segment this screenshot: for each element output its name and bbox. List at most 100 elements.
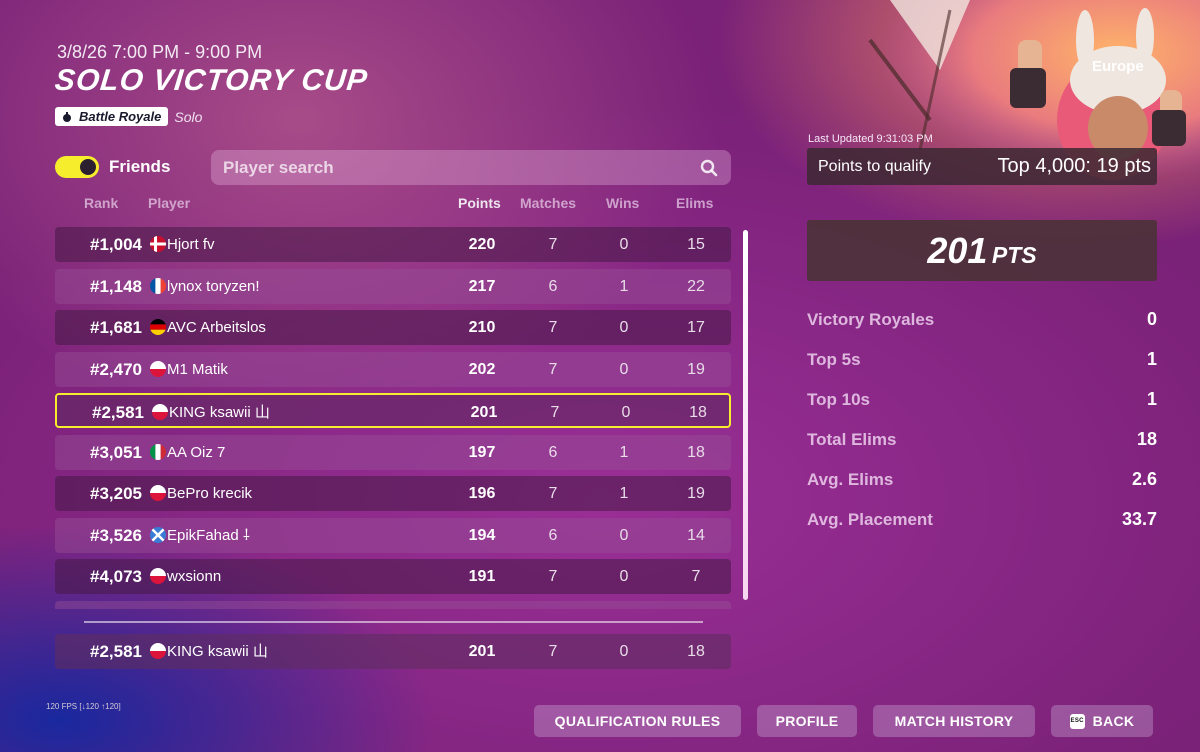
flag-denmark-icon bbox=[150, 236, 166, 252]
player-search-input[interactable] bbox=[223, 157, 699, 178]
rank-value: #3,526 bbox=[90, 525, 142, 545]
rank-value: #1,148 bbox=[90, 276, 142, 296]
elims-value: 18 bbox=[687, 443, 705, 461]
last-updated-text: Last Updated 9:31:03 PM bbox=[808, 133, 933, 145]
stat-value-total-elims: 18 bbox=[1136, 429, 1157, 449]
wins-value: 0 bbox=[619, 236, 629, 253]
wins-value: 0 bbox=[619, 360, 629, 378]
qualify-label: Points to qualify bbox=[818, 158, 931, 175]
tournament-title: SOLO VICTORY CUP bbox=[53, 64, 370, 97]
elims-value: 18 bbox=[689, 404, 707, 421]
elims-value: 19 bbox=[687, 485, 705, 502]
rank-value: #3,051 bbox=[90, 442, 142, 462]
search-icon[interactable] bbox=[699, 158, 719, 178]
table-row[interactable]: #3,205 BePro krecik 196 7 1 19 bbox=[55, 476, 731, 511]
matches-value: 7 bbox=[548, 643, 558, 660]
points-value: 220 bbox=[468, 236, 496, 253]
flag-italy-icon bbox=[150, 443, 166, 460]
flag-france-icon bbox=[150, 277, 166, 294]
player-name: Hjort fv bbox=[167, 236, 215, 253]
points-value: 197 bbox=[468, 443, 496, 461]
table-row-selected[interactable]: #2,581 KING ksawii 山 201 7 0 18 bbox=[55, 393, 731, 428]
flag-poland-icon bbox=[150, 360, 166, 377]
stat-label-avg-placement: Avg. Placement bbox=[807, 510, 933, 529]
column-header-matches: Matches bbox=[520, 195, 577, 211]
player-name: M1 Matik bbox=[167, 360, 228, 378]
qualification-rules-label: QUALIFICATION RULES bbox=[554, 713, 721, 729]
player-name: KING ksawii 山 bbox=[169, 404, 270, 421]
match-history-label: MATCH HISTORY bbox=[894, 713, 1014, 729]
player-name: AVC Arbeitslos bbox=[167, 319, 266, 336]
battle-royale-icon bbox=[63, 111, 71, 122]
match-history-button[interactable]: MATCH HISTORY bbox=[873, 705, 1035, 737]
elims-value: 14 bbox=[687, 526, 705, 544]
player-search-box[interactable] bbox=[211, 150, 731, 185]
elims-value: 15 bbox=[687, 236, 705, 253]
flag-poland-icon bbox=[150, 485, 166, 501]
column-header-rank: Rank bbox=[84, 195, 119, 211]
player-name: lynox toryzen! bbox=[167, 277, 260, 295]
wins-value: 0 bbox=[621, 404, 631, 421]
player-name: KING ksawii 山 bbox=[167, 643, 268, 660]
friends-filter[interactable]: Friends bbox=[55, 156, 170, 178]
table-row[interactable]: #3,051 AA Oiz 7 197 6 1 18 bbox=[55, 434, 731, 470]
matches-value: 6 bbox=[548, 443, 558, 461]
esc-key-icon: ESC bbox=[1069, 713, 1085, 729]
elims-value: 19 bbox=[687, 360, 705, 378]
matches-value: 7 bbox=[548, 319, 558, 336]
points-value: 202 bbox=[468, 360, 496, 378]
rank-value: #1,681 bbox=[90, 318, 142, 337]
wins-value: 0 bbox=[619, 568, 629, 585]
table-row-partial[interactable] bbox=[55, 600, 731, 609]
region-label: Europe bbox=[1092, 58, 1144, 75]
wins-value: 0 bbox=[619, 643, 629, 660]
flag-scotland-icon bbox=[150, 526, 166, 543]
game-mode-label: Battle Royale bbox=[79, 109, 162, 124]
tournament-screen: 3/8/26 7:00 PM - 9:00 PM SOLO VICTORY CU… bbox=[0, 0, 1200, 752]
game-mode-sub: Solo bbox=[174, 108, 203, 125]
back-button[interactable]: ESC BACK bbox=[1051, 705, 1153, 737]
qualify-value: Top 4,000: 19 pts bbox=[997, 155, 1151, 177]
wins-value: 1 bbox=[619, 443, 629, 461]
friends-label: Friends bbox=[109, 157, 171, 176]
game-mode-row: Battle Royale Solo bbox=[55, 107, 202, 126]
leaderboard-list[interactable]: #1,004 Hjort fv 220 7 0 15 #1,148 lynox toryzen… bbox=[55, 227, 731, 609]
qualification-rules-button[interactable]: QUALIFICATION RULES bbox=[534, 705, 741, 737]
table-row[interactable]: #2,470 M1 Matik 202 7 0 19 bbox=[55, 351, 731, 387]
stat-label-top-10s: Top 10s bbox=[807, 390, 870, 409]
table-row[interactable]: #4,073 wxsionn 191 7 0 7 bbox=[55, 559, 731, 594]
points-value: 210 bbox=[468, 319, 496, 336]
event-date-range: 3/8/26 7:00 PM - 9:00 PM bbox=[57, 42, 263, 62]
stat-value-avg-placement: 33.7 bbox=[1121, 509, 1157, 529]
rank-value: #2,470 bbox=[90, 359, 142, 379]
table-row[interactable]: #3,526 EpikFahad ⸸ 194 6 0 14 bbox=[55, 517, 731, 553]
points-value: 196 bbox=[468, 485, 496, 502]
stat-value-victory-royales: 0 bbox=[1146, 309, 1157, 329]
rank-value: #4,073 bbox=[90, 567, 142, 586]
total-points-unit: PTS bbox=[991, 242, 1037, 268]
friends-toggle[interactable] bbox=[55, 156, 99, 178]
player-name: EpikFahad ⸸ bbox=[167, 526, 250, 544]
stat-value-top-5s: 1 bbox=[1146, 349, 1157, 369]
column-header-elims: Elims bbox=[676, 195, 714, 211]
points-value: 191 bbox=[468, 568, 496, 585]
player-name: BePro krecik bbox=[167, 485, 253, 502]
fps-counter: 120 FPS [↓120 ↑120] bbox=[46, 702, 121, 711]
table-row[interactable]: #1,681 AVC Arbeitslos 210 7 0 17 bbox=[55, 310, 731, 345]
table-row[interactable]: #1,148 lynox toryzen! 217 6 1 22 bbox=[55, 268, 731, 304]
total-points-box: 201 PTS bbox=[807, 220, 1157, 281]
stat-label-top-5s: Top 5s bbox=[807, 350, 861, 369]
elims-value: 22 bbox=[687, 277, 705, 295]
leaderboard-scrollbar[interactable] bbox=[743, 230, 748, 600]
elims-value: 18 bbox=[687, 643, 705, 660]
total-points-value: 201 bbox=[927, 230, 988, 271]
own-rank-row[interactable]: #2,581 KING ksawii 山 201 7 0 18 bbox=[55, 634, 731, 669]
wins-value: 0 bbox=[619, 526, 629, 544]
profile-button[interactable]: PROFILE bbox=[757, 705, 857, 737]
flag-poland-icon bbox=[150, 568, 166, 584]
elims-value: 17 bbox=[687, 319, 705, 336]
table-row[interactable]: #1,004 Hjort fv 220 7 0 15 bbox=[55, 227, 731, 262]
toggle-knob bbox=[80, 159, 96, 175]
stat-value-avg-elims: 2.6 bbox=[1131, 469, 1157, 489]
matches-value: 7 bbox=[548, 485, 558, 502]
